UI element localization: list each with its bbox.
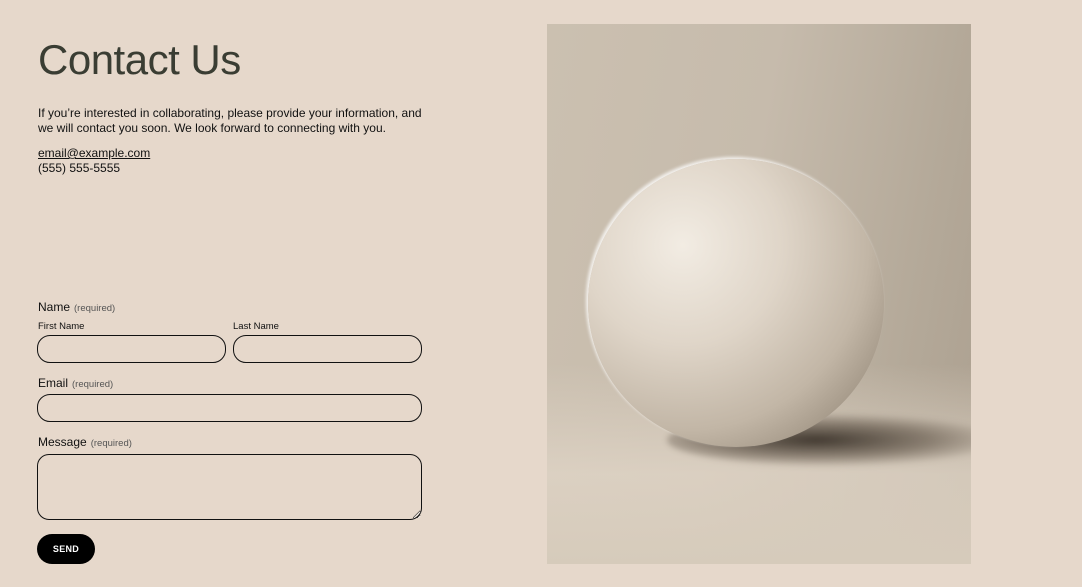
email-input[interactable] <box>37 394 422 422</box>
first-name-input[interactable] <box>37 335 226 363</box>
name-label-text: Name <box>38 300 71 314</box>
send-button[interactable]: SEND <box>37 534 95 564</box>
last-name-label: Last Name <box>233 321 279 332</box>
message-textarea[interactable] <box>37 454 422 520</box>
sphere-image <box>547 24 971 564</box>
name-label: Name (required) <box>38 300 115 316</box>
message-required-note: (required) <box>90 438 132 449</box>
first-name-label: First Name <box>38 321 85 332</box>
message-label-text: Message <box>38 435 87 449</box>
last-name-input[interactable] <box>233 335 422 363</box>
page-title: Contact Us <box>38 36 241 83</box>
email-label: Email (required) <box>38 376 113 392</box>
sphere <box>588 159 884 447</box>
contact-phone: (555) 555-5555 <box>38 161 121 175</box>
intro-text: If you’re interested in collaborating, p… <box>38 106 422 135</box>
email-required-note: (required) <box>72 379 114 390</box>
contact-email-link[interactable]: email@example.com <box>38 146 150 161</box>
message-label: Message (required) <box>38 435 132 451</box>
email-label-text: Email <box>38 376 69 390</box>
name-required-note: (required) <box>74 303 116 314</box>
